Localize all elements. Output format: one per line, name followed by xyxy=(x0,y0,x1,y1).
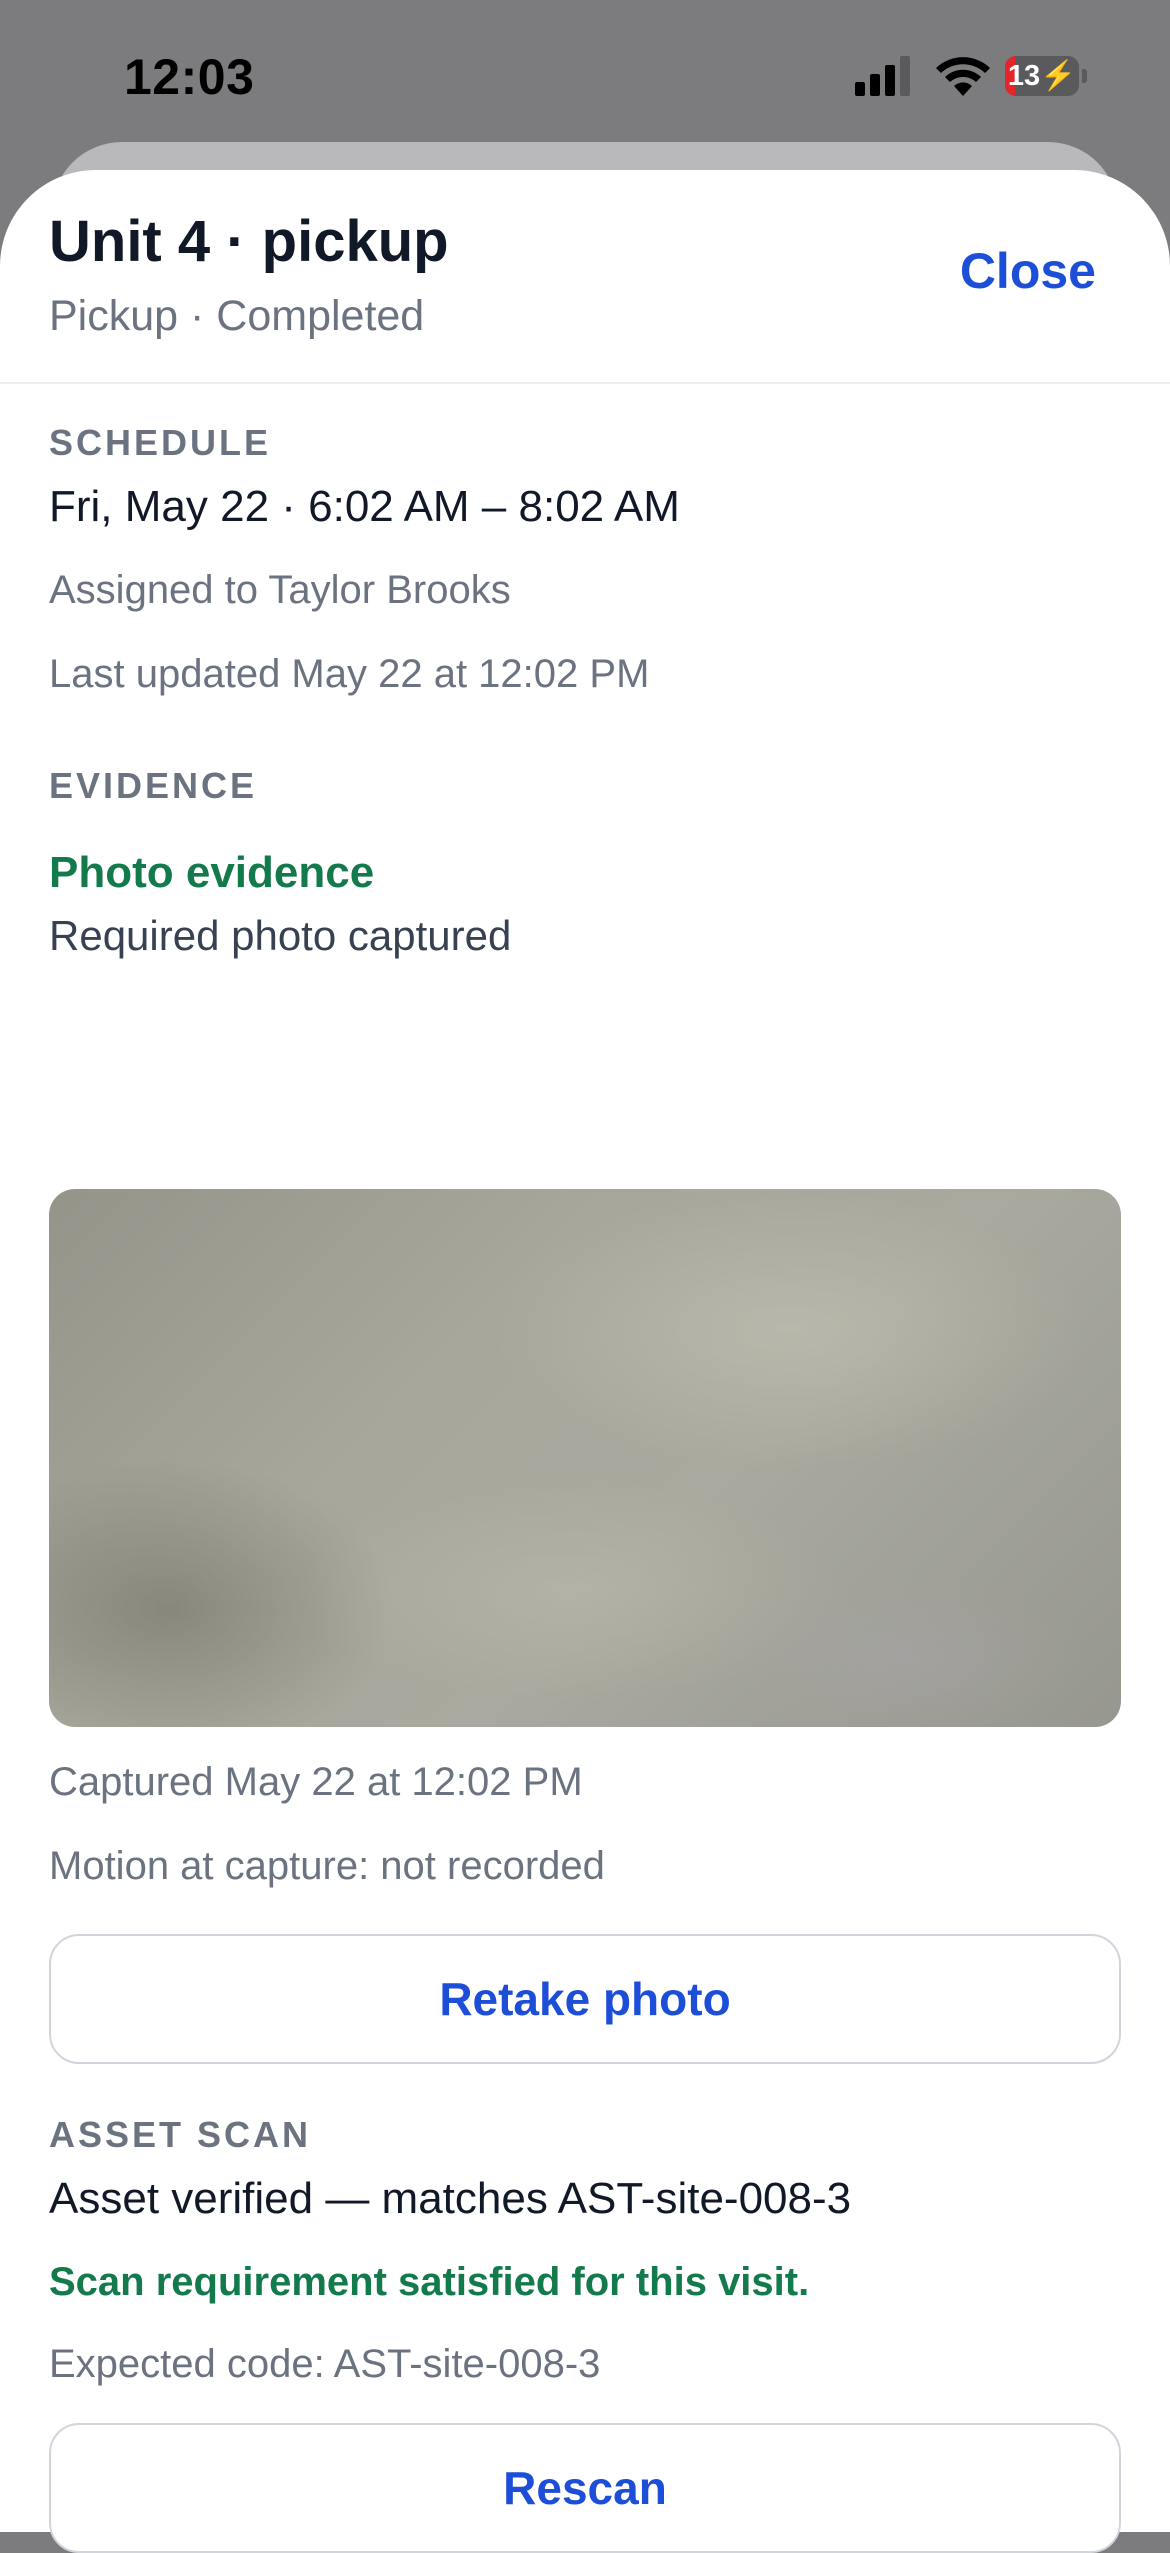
motion-at-capture-text: Motion at capture: not recorded xyxy=(49,1844,605,1888)
schedule-section-label: SCHEDULE xyxy=(49,422,272,463)
battery-icon: 13⚡ xyxy=(1005,56,1089,96)
page-title: Unit 4 · pickup xyxy=(49,209,449,274)
expected-code-text: Expected code: AST-site-008-3 xyxy=(49,2342,601,2386)
photo-captured-text: Captured May 22 at 12:02 PM xyxy=(49,1760,583,1804)
sheet-header: Unit 4 · pickup Pickup · Completed Close xyxy=(0,170,1170,384)
rescan-button[interactable]: Rescan xyxy=(49,2423,1121,2553)
status-time: 12:03 xyxy=(124,49,255,105)
wifi-icon xyxy=(936,57,990,96)
evidence-section-label: EVIDENCE xyxy=(49,765,258,806)
retake-photo-button[interactable]: Retake photo xyxy=(49,1934,1121,2064)
visit-detail-sheet: Unit 4 · pickup Pickup · Completed Close… xyxy=(0,170,1170,2553)
schedule-time-range: Fri, May 22 · 6:02 AM – 8:02 AM xyxy=(49,482,680,531)
status-bar: 12:03 13⚡ xyxy=(0,0,1170,160)
visit-status-subtitle: Pickup · Completed xyxy=(49,292,425,340)
evidence-photo[interactable] xyxy=(49,1189,1121,1727)
close-button[interactable]: Close xyxy=(960,242,1096,300)
asset-scan-result: Asset verified — matches AST-site-008-3 xyxy=(49,2174,852,2223)
photo-evidence-title: Photo evidence xyxy=(49,848,375,897)
last-updated-text: Last updated May 22 at 12:02 PM xyxy=(49,652,650,696)
cellular-signal-icon xyxy=(855,56,910,96)
photo-evidence-status: Required photo captured xyxy=(49,912,512,959)
scan-requirement-note: Scan requirement satisfied for this visi… xyxy=(49,2260,810,2304)
asset-scan-section-label: ASSET SCAN xyxy=(49,2114,312,2155)
battery-level-text: 13⚡ xyxy=(1007,60,1077,92)
assignee-text: Assigned to Taylor Brooks xyxy=(49,568,511,612)
